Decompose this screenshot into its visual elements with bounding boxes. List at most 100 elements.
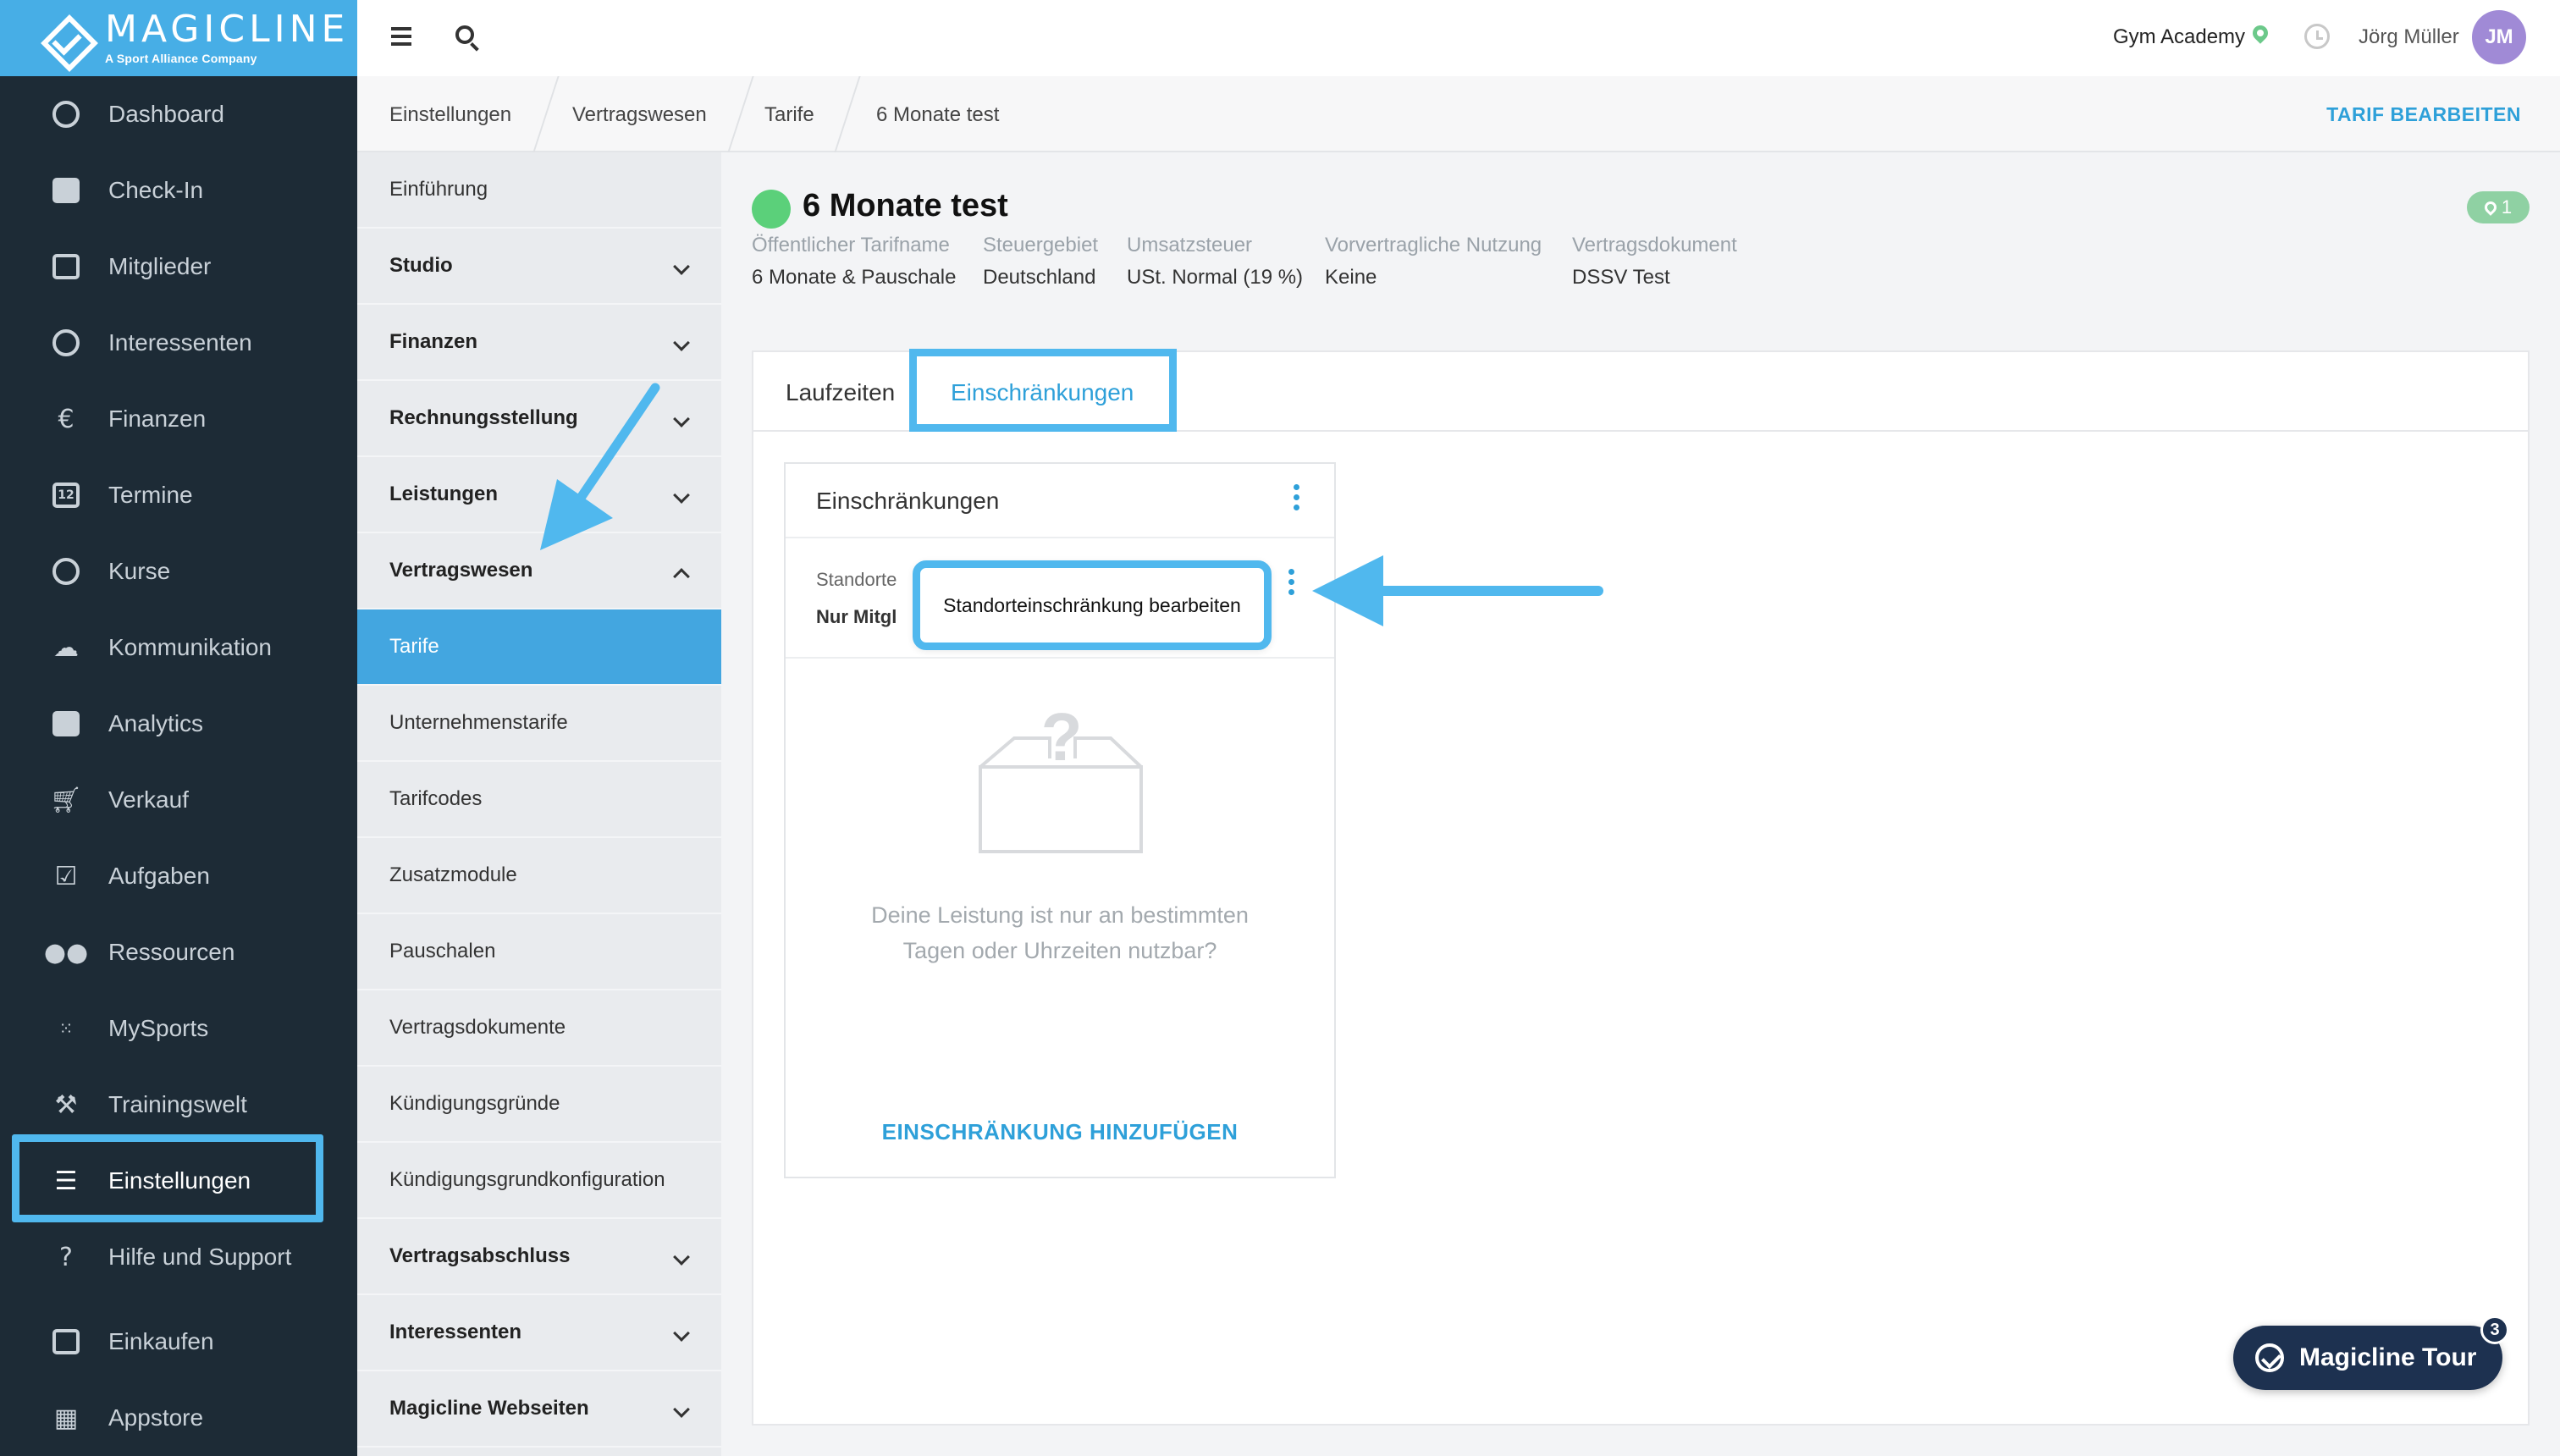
check-circle-icon <box>2255 1343 2284 1372</box>
chevron-down-icon <box>673 334 690 351</box>
subnav-vertragsdokumente[interactable]: Vertragsdokumente <box>357 990 721 1067</box>
nav-item-label: Kurse <box>108 558 171 584</box>
subnav-tarifcodes[interactable]: Tarifcodes <box>357 762 721 838</box>
subnav-label: Finanzen <box>389 330 478 353</box>
tab-highlight-frame <box>909 349 1177 432</box>
breadcrumb-vertragswesen[interactable]: Vertragswesen <box>572 103 707 127</box>
subnav-label: Kündigungsgründe <box>389 1092 560 1115</box>
nav-item-label: Aufgaben <box>108 863 210 889</box>
more-vertical-icon[interactable] <box>1288 569 1295 599</box>
nav-item-label: Einkaufen <box>108 1328 214 1354</box>
subnav-kuendigungsgrundkonfiguration[interactable]: Kündigungsgrundkonfiguration <box>357 1143 721 1219</box>
nav-item-hilfe[interactable]: ? Hilfe und Support <box>0 1219 357 1295</box>
nav-item-check-in[interactable]: Check-In <box>0 152 357 229</box>
subnav-interessenten[interactable]: Interessenten <box>357 1295 721 1371</box>
breadcrumb-separator <box>727 76 754 152</box>
nav-item-label: Check-In <box>108 177 204 203</box>
nav-item-ressourcen[interactable]: ●● Ressourcen <box>0 914 357 990</box>
calendar-icon: 12 <box>51 480 81 510</box>
shop-icon <box>51 1326 81 1357</box>
meta-value: Keine <box>1325 266 1377 289</box>
main-navigation: MAGICLINE A Sport Alliance Company Dashb… <box>0 0 357 1456</box>
tab-bar: Laufzeiten Einschränkungen <box>753 349 2528 432</box>
subnav-finanzen[interactable]: Finanzen <box>357 305 721 381</box>
clock-icon[interactable] <box>2304 24 2330 49</box>
subnav-kuendigungsgruende[interactable]: Kündigungsgründe <box>357 1067 721 1143</box>
nav-item-label: Ressourcen <box>108 939 235 965</box>
meta-vat: Umsatzsteuer USt. Normal (19 %) <box>1127 234 1303 290</box>
location-count-badge[interactable]: 1 <box>2467 191 2530 223</box>
nav-item-label: Trainingswelt <box>108 1091 247 1117</box>
nav-item-kurse[interactable]: Kurse <box>0 533 357 609</box>
subnav-tarife[interactable]: Tarife <box>357 609 721 686</box>
nav-item-mysports[interactable]: ⁙ MySports <box>0 990 357 1067</box>
subnav-magicline-webseiten[interactable]: Magicline Webseiten <box>357 1371 721 1448</box>
people-icon: ●● <box>43 937 89 968</box>
nav-item-finanzen[interactable]: € Finanzen <box>0 381 357 457</box>
subnav-pauschalen[interactable]: Pauschalen <box>357 914 721 990</box>
breadcrumb-einstellungen[interactable]: Einstellungen <box>389 103 511 127</box>
location-label: Standorte <box>816 569 897 590</box>
nav-item-verkauf[interactable]: 🛒︎ Verkauf <box>0 762 357 838</box>
nav-item-kommunikation[interactable]: ☁ Kommunikation <box>0 609 357 686</box>
meta-label: Öffentlicher Tarifname <box>752 234 950 256</box>
settings-subnav: Einführung Studio Finanzen Rechnungsstel… <box>357 152 721 1456</box>
subnav-label: Einführung <box>389 178 488 201</box>
meta-value: Deutschland <box>983 266 1096 289</box>
nav-item-label: Dashboard <box>108 101 224 127</box>
hamburger-menu-icon[interactable] <box>391 27 411 46</box>
nav-item-einkaufen[interactable]: Einkaufen <box>0 1304 357 1380</box>
tab-laufzeiten[interactable]: Laufzeiten <box>786 379 895 406</box>
nav-item-appstore[interactable]: ▦ Appstore <box>0 1380 357 1456</box>
search-icon[interactable] <box>455 25 474 44</box>
location-pin-icon <box>2249 22 2271 44</box>
brand-tagline: A Sport Alliance Company <box>105 52 257 65</box>
nav-item-mitglieder[interactable]: Mitglieder <box>0 229 357 305</box>
add-restriction-button[interactable]: EINSCHRÄNKUNG HINZUFÜGEN <box>784 1119 1336 1145</box>
meta-label: Steuergebiet <box>983 234 1099 256</box>
prospects-icon <box>51 328 81 358</box>
more-vertical-icon[interactable] <box>1294 484 1300 515</box>
chevron-up-icon <box>673 568 690 585</box>
chat-icon: ☁ <box>53 632 79 663</box>
magicline-tour-button[interactable]: Magicline Tour <box>2233 1326 2502 1390</box>
nav-item-label: Interessenten <box>108 329 252 356</box>
nav-item-analytics[interactable]: Analytics <box>0 686 357 762</box>
nav-item-aufgaben[interactable]: ☑ Aufgaben <box>0 838 357 914</box>
subnav-vertragsabschluss[interactable]: Vertragsabschluss <box>357 1219 721 1295</box>
subnav-zusatzmodule[interactable]: Zusatzmodule <box>357 838 721 914</box>
meta-label: Umsatzsteuer <box>1127 234 1253 256</box>
nav-item-interessenten[interactable]: Interessenten <box>0 305 357 381</box>
subnav-unternehmenstarife[interactable]: Unternehmenstarife <box>357 686 721 762</box>
subnav-label: Vertragsdokumente <box>389 1016 566 1039</box>
meta-tax-region: Steuergebiet Deutschland <box>983 234 1098 290</box>
user-name[interactable]: Jörg Müller <box>2359 25 2459 49</box>
location-pin-icon <box>2481 199 2499 216</box>
subnav-label: Vertragswesen <box>389 559 533 582</box>
stopwatch-icon <box>51 556 81 587</box>
einstellungen-highlight-frame <box>12 1134 323 1222</box>
avatar[interactable]: JM <box>2472 10 2526 64</box>
brand-name: MAGICLINE <box>105 8 350 51</box>
empty-state-line: Deine Leistung ist nur an bestimmten <box>871 902 1249 928</box>
breadcrumb: Einstellungen Vertragswesen Tarife 6 Mon… <box>357 76 2560 152</box>
nav-item-termine[interactable]: 12 Termine <box>0 457 357 533</box>
subnav-studio[interactable]: Studio <box>357 229 721 305</box>
breadcrumb-tarife[interactable]: Tarife <box>764 103 814 127</box>
page-title: 6 Monate test <box>803 188 1008 223</box>
restrictions-title: Einschränkungen <box>816 488 1000 514</box>
meta-contract-document: Vertragsdokument DSSV Test <box>1572 234 1737 290</box>
annotation-arrow-icon <box>1312 555 1603 626</box>
studio-selector[interactable]: Gym Academy <box>2113 25 2245 49</box>
dots-grid-icon: ⁙ <box>58 1018 74 1039</box>
nav-item-dashboard[interactable]: Dashboard <box>0 76 357 152</box>
subnav-einfuehrung[interactable]: Einführung <box>357 152 721 229</box>
meta-value: USt. Normal (19 %) <box>1127 266 1304 289</box>
nav-item-trainingswelt[interactable]: ⚒ Trainingswelt <box>0 1067 357 1143</box>
edit-tariff-button[interactable]: TARIF BEARBEITEN <box>2326 103 2521 126</box>
magicline-logo[interactable]: MAGICLINE A Sport Alliance Company <box>0 0 357 76</box>
nav-item-label: Appstore <box>108 1404 204 1431</box>
nav-item-label: Finanzen <box>108 405 207 432</box>
chart-icon <box>51 709 81 739</box>
edit-location-restriction-menu-item[interactable]: Standorteinschränkung bearbeiten <box>913 560 1272 650</box>
